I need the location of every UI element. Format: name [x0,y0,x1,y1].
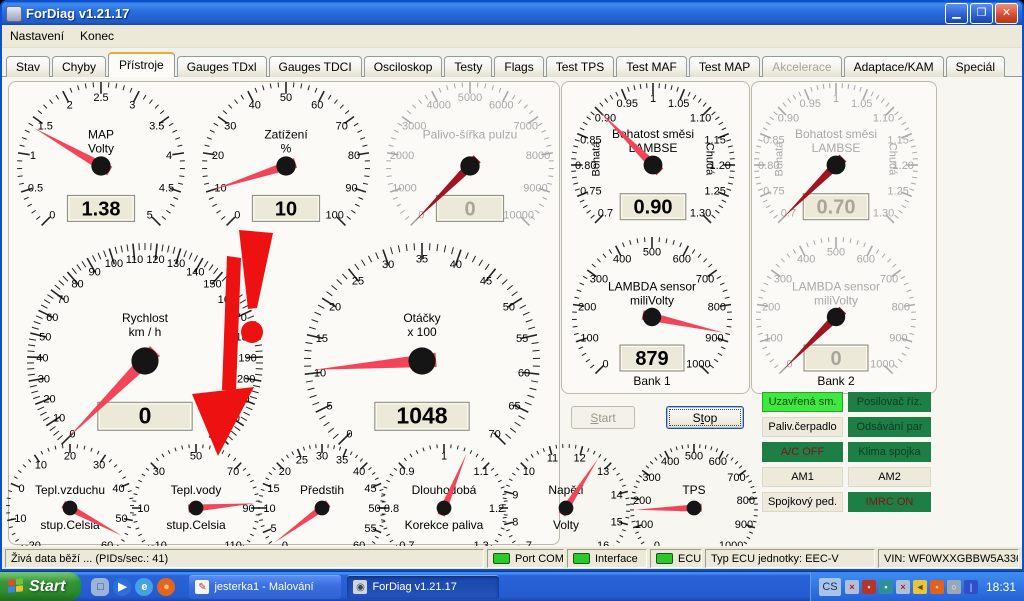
taskbar-clock[interactable]: 18:31 [986,580,1016,594]
menu-item-nastaveni[interactable]: Nastavení [2,27,72,45]
task-buttons: ✎ jesterka1 - Malování ◉ ForDiag v1.21.17 [189,575,499,599]
ecu-led-icon [656,553,673,564]
status-ecu-label: ECU [678,553,701,565]
tab-gauges-tdci[interactable]: Gauges TDCI [269,56,362,77]
stop-button[interactable]: Stop [666,406,744,429]
quick-launch-bar: □▶e● [91,578,175,596]
task-button-fordiag-v1-21-17[interactable]: ◉ ForDiag v1.21.17 [347,575,499,599]
indicator-spojkov-ped: Spojkový ped. [762,492,843,512]
tray-icons: ×••×◄•○| [845,580,978,594]
status-message: Živá data běží ... (PIDs/sec.: 41) [5,549,484,568]
system-tray: CS ×••×◄•○| 18:31 [810,572,1024,601]
start-menu-label: Start [29,578,65,596]
start-button[interactable]: Start [571,406,635,429]
app-icon [6,6,22,22]
tab-test-tps[interactable]: Test TPS [546,56,614,77]
indicator-am2: AM2 [848,467,931,487]
start-menu-button[interactable]: Start [0,572,81,601]
indicator-posilova-z: Posilovač říz. [848,392,931,412]
internet-explorer-icon[interactable]: e [135,578,153,596]
indicator-klima-spojka: Klima spojka [848,442,931,462]
update-icon[interactable]: ○ [947,580,961,594]
menu-item-konec[interactable]: Konec [72,27,122,45]
interface-led-icon [573,553,590,564]
panel-bank1 [561,81,750,394]
indicator-imrc-on: IMRC ON [848,492,931,512]
tab-flags[interactable]: Flags [494,56,543,77]
status-vin: VIN: WF0WXXGBBW5A33675 [878,549,1019,568]
task-button-label: jesterka1 - Malování [214,581,313,593]
tab-akcelerace: Akcelerace [762,56,841,77]
firefox-tray-icon[interactable]: • [930,580,944,594]
tab-gauges-tdxl[interactable]: Gauges TDxl [177,56,267,77]
status-interface: Interface [567,549,647,568]
windows-logo-icon [8,578,24,595]
status-port: Port COM5 [487,549,564,568]
tab-osciloskop[interactable]: Osciloskop [364,56,443,77]
status-interface-label: Interface [595,553,638,565]
task-button-label: ForDiag v1.21.17 [372,581,456,593]
maximize-button[interactable]: ❐ [970,3,993,24]
volume-icon[interactable]: ◄ [913,580,927,594]
tab-test-maf[interactable]: Test MAF [616,56,687,77]
fordiag-icon: ◉ [353,580,367,594]
tab-strip: StavChybyPřístrojeGauges TDxlGauges TDCI… [2,48,1022,77]
window-title: ForDiag v1.21.17 [26,6,941,21]
language-indicator[interactable]: CS [819,578,841,596]
tab-p-stroje[interactable]: Přístroje [108,52,175,77]
status-bar: Živá data běží ... (PIDs/sec.: 41) Port … [2,547,1022,569]
monitor-icon[interactable]: • [879,580,893,594]
status-ecu-type: Typ ECU jednotky: EEC-V [705,549,875,568]
tab-adaptace-kam[interactable]: Adaptace/KAM [844,56,944,77]
tab-speci-l[interactable]: Speciál [946,56,1005,77]
battery-icon[interactable]: | [964,580,978,594]
media-player-icon[interactable]: ▶ [113,578,131,596]
indicator-grid: Uzavřená sm.Posilovač říz.Paliv.čerpadlo… [762,392,931,512]
port-led-icon [493,553,510,564]
paint-icon: ✎ [195,580,209,594]
tab-test-map[interactable]: Test MAP [689,56,760,77]
taskbar: Start □▶e● ✎ jesterka1 - Malování ◉ ForDiag… [0,571,1024,601]
network-offline-icon[interactable]: × [845,580,859,594]
indicator-uzav-en-sm: Uzavřená sm. [762,392,843,412]
indicator-paliv-erpadlo: Paliv.čerpadlo [762,417,843,437]
panel-bank2 [751,81,937,394]
tab-chyby[interactable]: Chyby [52,56,106,77]
indicator-ods-v-n-par: Odsávání par [848,417,931,437]
indicator-a-c-off: A/C OFF [762,442,843,462]
tab-testy[interactable]: Testy [444,56,492,77]
task-button-jesterka1-malov-n[interactable]: ✎ jesterka1 - Malování [189,575,341,599]
menu-bar: Nastavení Konec [2,25,1022,48]
lan-offline-icon[interactable]: × [896,580,910,594]
tab-stav[interactable]: Stav [6,56,50,77]
status-port-label: Port COM5 [515,553,564,565]
show-desktop-icon[interactable]: □ [91,578,109,596]
indicator-am1: AM1 [762,467,843,487]
close-button[interactable]: ✕ [995,3,1018,24]
panel-main-gauges [8,81,560,545]
firefox-icon[interactable]: ● [157,578,175,596]
minimize-button[interactable]: ▁ [945,3,968,24]
status-ecu: ECU [650,549,702,568]
title-bar: ForDiag v1.21.17 ▁ ❐ ✕ [2,2,1022,25]
scheduler-icon[interactable]: • [862,580,876,594]
